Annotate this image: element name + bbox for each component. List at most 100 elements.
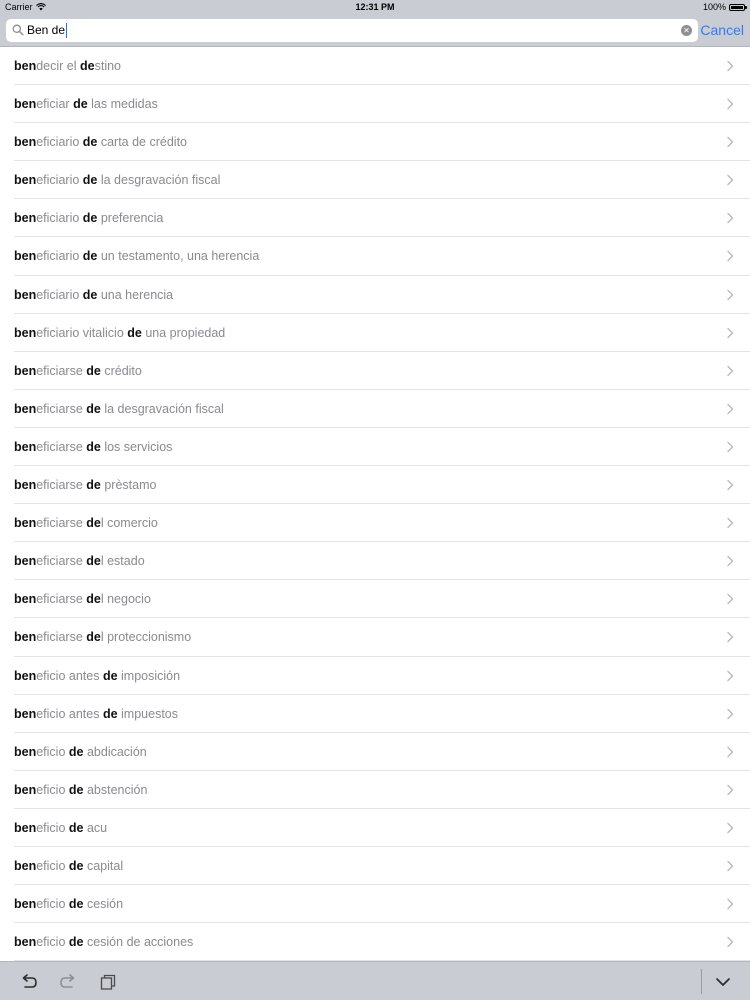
chevron-right-icon	[727, 708, 734, 719]
chevron-right-icon	[727, 822, 734, 834]
list-item[interactable]: beneficio antes de impuestos	[14, 695, 750, 733]
cancel-button[interactable]: Cancel	[700, 19, 744, 42]
list-item[interactable]: beneficiario de preferencia	[14, 199, 750, 238]
result-text: eficio	[36, 820, 69, 835]
list-item[interactable]: beneficiarse de los servicios	[14, 428, 750, 467]
result-text: eficiario	[36, 249, 83, 264]
result-text: eficiarse	[36, 554, 87, 569]
result-text: eficiarse	[36, 401, 87, 416]
list-item[interactable]: beneficiario vitalicio de una propiedad	[14, 314, 750, 352]
result-text: l comercio	[100, 516, 158, 531]
result-text: eficiario	[36, 135, 83, 150]
battery-icon	[729, 3, 747, 11]
result-label: beneficiarse del estado	[14, 542, 145, 580]
match-highlight: de	[68, 820, 84, 835]
bottom-toolbar	[0, 961, 750, 1000]
text-caret	[66, 23, 68, 38]
result-text: la desgravación fiscal	[100, 401, 224, 416]
result-label: beneficiarse del proteccionismo	[14, 618, 191, 656]
search-query[interactable]: Ben de	[27, 19, 68, 42]
match-highlight: ben	[14, 478, 37, 493]
chevron-right-icon	[727, 670, 734, 681]
search-bar: Ben de ✕ Cancel	[0, 14, 750, 47]
list-item[interactable]: beneficiarse del estado	[14, 542, 750, 581]
result-label: beneficio antes de imposición	[14, 657, 180, 695]
result-text: eficio antes	[36, 706, 103, 721]
list-item[interactable]: beneficio de cesión	[14, 885, 750, 924]
list-item[interactable]: beneficiarse del negocio	[14, 580, 750, 619]
result-label: beneficio de abdicación	[14, 733, 147, 771]
result-label: beneficiarse de prèstamo	[14, 466, 156, 504]
result-label: beneficiario vitalicio de una propiedad	[14, 314, 225, 352]
list-item[interactable]: beneficio de capital	[14, 847, 750, 886]
match-highlight: ben	[14, 592, 37, 607]
match-highlight: ben	[14, 935, 37, 950]
match-highlight: de	[82, 173, 98, 188]
list-item[interactable]: beneficiarse de prèstamo	[14, 466, 750, 505]
match-highlight: ben	[14, 211, 37, 226]
list-item[interactable]: beneficiarse de crédito	[14, 352, 750, 390]
match-highlight: de	[80, 59, 95, 73]
copy-icon[interactable]	[99, 973, 117, 991]
search-results-list: bendecir el destino beneficiar de las med…	[0, 47, 750, 961]
result-text: eficio	[36, 935, 69, 950]
list-item[interactable]: beneficiar de las medidas	[14, 85, 750, 124]
list-item[interactable]: beneficio de cesión de acciones	[14, 923, 750, 961]
match-highlight: ben	[14, 363, 37, 378]
list-item[interactable]: beneficiarse del proteccionismo	[14, 618, 750, 657]
match-highlight: de	[86, 630, 101, 645]
result-text: l negocio	[100, 592, 151, 607]
result-text: abstención	[83, 782, 148, 797]
result-label: beneficio de cesión de acciones	[14, 923, 193, 961]
result-text: cesión	[83, 897, 124, 912]
result-text: eficiarse	[36, 363, 87, 378]
chevron-right-icon	[727, 936, 734, 948]
result-text: eficiario	[36, 287, 83, 302]
list-item[interactable]: beneficiarse de la desgravación fiscal	[14, 390, 750, 428]
match-highlight: de	[82, 135, 98, 150]
match-highlight: de	[86, 516, 101, 531]
result-text: eficio	[36, 782, 69, 797]
match-highlight: de	[82, 249, 98, 264]
result-text: eficiarse	[36, 516, 87, 531]
result-text: acu	[83, 820, 108, 835]
chevron-right-icon	[727, 556, 734, 567]
list-item[interactable]: beneficiario de una herencia	[14, 276, 750, 314]
chevron-right-icon	[727, 479, 734, 491]
match-highlight: ben	[14, 554, 37, 569]
status-bar: Carrier 12:31 PM 100%	[0, 0, 750, 14]
match-highlight: de	[102, 668, 118, 683]
result-text: eficiar	[36, 97, 74, 112]
match-highlight: de	[86, 592, 101, 607]
list-item[interactable]: beneficiarse del comercio	[14, 504, 750, 543]
result-label: beneficiario de una herencia	[14, 276, 173, 314]
match-highlight: ben	[14, 401, 37, 416]
search-input[interactable]: Ben de ✕	[6, 19, 698, 42]
list-item[interactable]: bendecir el destino	[14, 47, 750, 86]
undo-icon[interactable]	[20, 973, 38, 991]
result-text: cesión de acciones	[83, 935, 194, 950]
match-highlight: ben	[14, 516, 37, 531]
list-item[interactable]: beneficio de acu	[14, 809, 750, 847]
match-highlight: de	[68, 858, 84, 873]
result-text: impuestos	[117, 706, 178, 721]
list-item[interactable]: beneficiario de carta de crédito	[14, 123, 750, 162]
list-item[interactable]: beneficiario de un testamento, una heren…	[14, 237, 750, 276]
result-text: eficiarse	[36, 592, 87, 607]
chevron-right-icon	[727, 594, 734, 605]
match-highlight: de	[82, 287, 98, 302]
list-item[interactable]: beneficio de abstención	[14, 771, 750, 809]
match-highlight: ben	[14, 744, 37, 759]
chevron-down-icon[interactable]	[714, 973, 732, 991]
list-item[interactable]: beneficiario de la desgravación fiscal	[14, 161, 750, 200]
redo-icon[interactable]	[59, 973, 77, 991]
result-text: imposición	[117, 668, 181, 683]
clear-search-button[interactable]: ✕	[681, 25, 692, 36]
match-highlight: ben	[14, 858, 37, 873]
list-item[interactable]: beneficio antes de imposición	[14, 657, 750, 695]
chevron-right-icon	[727, 898, 734, 910]
list-item[interactable]: beneficio de abdicación	[14, 733, 750, 771]
result-text: una propiedad	[141, 325, 226, 340]
result-label: beneficiarse de la desgravación fiscal	[14, 390, 224, 428]
search-icon	[12, 24, 24, 36]
